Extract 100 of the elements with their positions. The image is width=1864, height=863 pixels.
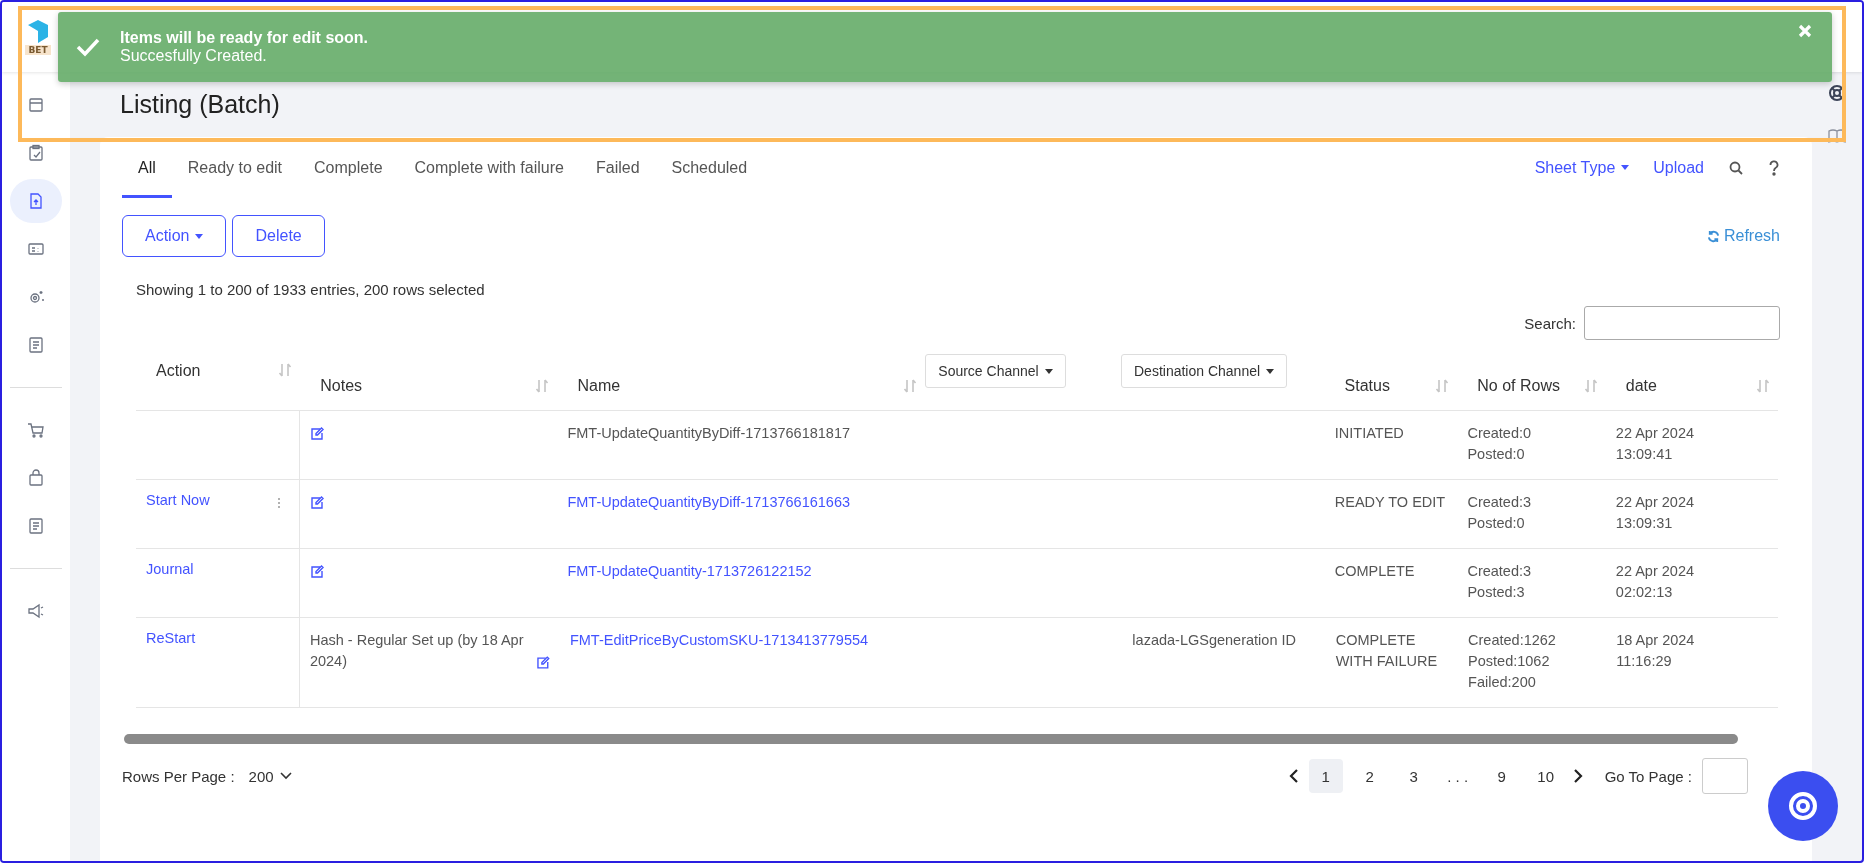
cart-icon [27,421,45,439]
search-label: Search: [1524,314,1576,332]
refresh-button[interactable]: Refresh [1706,227,1780,245]
time-text: 11:16:29 [1616,652,1673,671]
sort-icon[interactable] [1756,378,1770,394]
caret-icon [195,233,204,239]
beta-badge: BET [25,45,51,55]
column-header[interactable]: Action [156,362,201,380]
sort-icon[interactable] [278,362,293,378]
close-icon[interactable] [1798,24,1812,38]
filter-tab[interactable]: Complete [298,137,399,198]
sheet-type-dropdown[interactable]: Sheet Type [1534,158,1630,177]
date-text: 22 Apr 2024 [1615,493,1696,512]
row-count: Posted:0 [1467,445,1526,464]
filter-tab[interactable]: Failed [579,137,656,198]
column-header[interactable]: Notes [320,377,363,395]
time-text: 02:02:13 [1615,583,1674,602]
row-action-link[interactable]: Journal [146,561,194,577]
column-header[interactable]: Name [577,377,621,395]
status-text: INITIATED [1334,425,1404,441]
page-ellipsis: . . . [1446,766,1470,787]
page-title: Listing (Batch) [120,90,281,119]
toast-message: Succesfully Created. [120,47,268,65]
card-icon [27,240,45,258]
edit-icon[interactable] [310,427,325,440]
toast-title: Items will be ready for edit soon. [120,29,369,47]
status-text: COMPLETE [1334,563,1415,579]
column-header[interactable]: Status [1344,377,1390,395]
document-icon [27,336,45,354]
destination-channel: lazada-LGSgeneration ID [1132,632,1296,648]
bag-icon [27,469,45,487]
page-button[interactable]: 1 [1308,759,1343,793]
batch-name-link[interactable]: FMT-EditPriceByCustomSKU-1713413779554 [569,632,869,648]
rows-per-page-label: Rows Per Page : [122,767,235,785]
caret-icon [1266,368,1275,374]
caret-icon [1621,165,1630,170]
previous-page-icon[interactable] [1288,769,1299,783]
chevron-down-icon [279,772,292,780]
search-icon[interactable] [1728,159,1744,176]
column-header[interactable]: No of Rows [1477,377,1560,395]
edit-icon[interactable] [310,565,325,578]
book-icon[interactable] [1828,128,1846,144]
sidebar-item[interactable] [10,179,62,223]
caret-icon [1044,368,1053,374]
search-field[interactable] [1584,306,1780,340]
batch-name-link[interactable]: FMT-UpdateQuantity-1713726122152 [567,563,812,579]
time-text: 13:09:31 [1615,514,1674,533]
gear-icon [27,288,45,306]
filter-tab[interactable]: Complete with failure [398,137,580,198]
filter-tab[interactable]: Ready to edit [171,137,299,198]
page-button[interactable]: 3 [1396,759,1431,793]
row-count: Failed:200 [1468,673,1537,692]
row-count: Posted:0 [1467,514,1526,533]
refresh-icon [1706,229,1720,243]
checkmark-icon [76,37,100,57]
clipboard-icon [27,144,45,162]
notes-text: Hash - Regular Set up (by 18 Apr 2024) [309,631,525,671]
date-text: 22 Apr 2024 [1615,424,1696,443]
page-button[interactable]: 2 [1352,759,1387,793]
upload-link[interactable]: Upload [1653,158,1704,177]
filter-tab[interactable]: All [122,137,172,198]
page-button[interactable]: 10 [1528,759,1563,793]
row-count: Posted:1062 [1468,652,1551,671]
go-to-page-label: Go To Page : [1604,767,1692,785]
go-to-page-field[interactable] [1702,758,1748,794]
more-options-icon[interactable] [277,497,282,509]
lifebuoy-icon [1786,789,1820,823]
batch-name: FMT-UpdateQuantityByDiff-1713766181817 [567,425,851,441]
edit-icon[interactable] [536,656,550,669]
row-action-link[interactable]: ReStart [146,630,196,646]
delete-button[interactable]: Delete [232,215,325,257]
horizontal-scrollbar[interactable] [124,734,1738,744]
sort-icon[interactable] [1435,378,1450,394]
column-header[interactable]: date [1625,377,1657,395]
status-text: READY TO EDIT [1334,494,1446,510]
row-action-link[interactable]: Start Now [146,492,210,508]
rows-per-page-dropdown[interactable]: 200 [248,767,292,785]
document-icon [27,517,45,535]
help-icon[interactable] [1768,159,1780,176]
page-button[interactable]: 9 [1484,759,1519,793]
logo[interactable]: BET [24,19,52,55]
panel-icon [27,96,45,114]
filter-tab[interactable]: Scheduled [655,137,764,198]
column-filter-dropdown[interactable]: Destination Channel [1121,354,1288,388]
file-upload-icon [27,192,45,210]
row-count: Created:3 [1467,562,1533,581]
row-count: Posted:3 [1467,583,1526,602]
column-filter-dropdown[interactable]: Source Channel [925,354,1066,388]
batch-name-link[interactable]: FMT-UpdateQuantityByDiff-1713766161663 [567,494,851,510]
sort-icon[interactable] [903,378,918,394]
row-count: Created:3 [1467,493,1533,512]
next-page-icon[interactable] [1572,769,1583,783]
action-dropdown[interactable]: Action [122,215,227,257]
megaphone-icon [27,602,45,620]
status-text: COMPLETE WITH FAILURE [1335,632,1438,669]
date-text: 22 Apr 2024 [1615,562,1696,581]
sort-icon[interactable] [535,378,550,394]
sort-icon[interactable] [1583,378,1598,394]
entries-info: Showing 1 to 200 of 1933 entries, 200 rows selected [136,281,486,298]
edit-icon[interactable] [310,496,325,509]
